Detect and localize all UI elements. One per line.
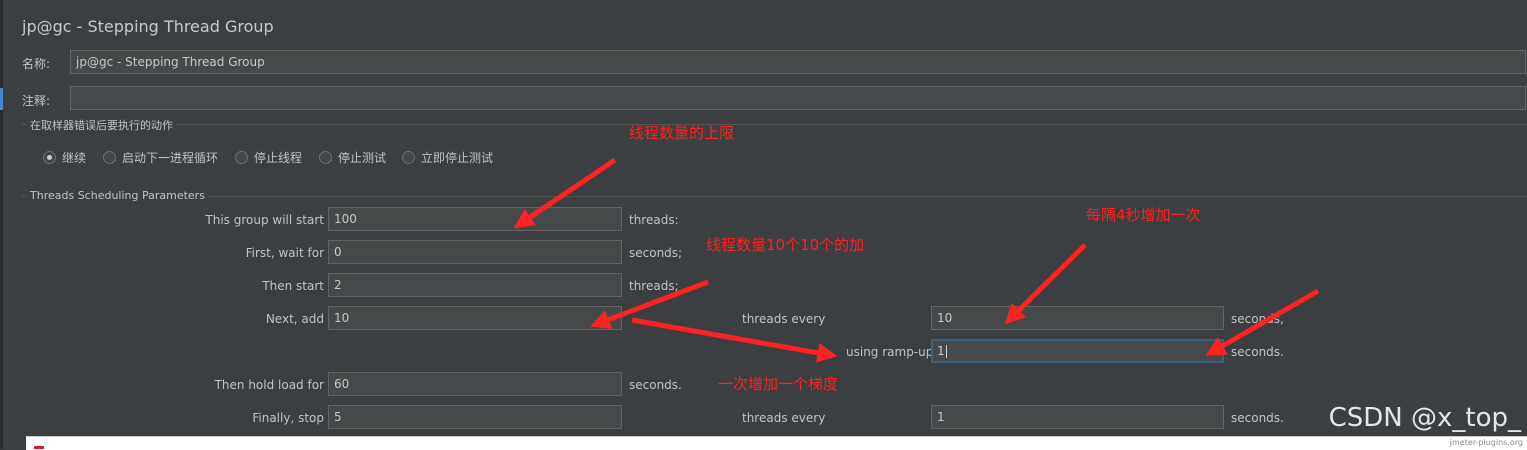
footer-link[interactable]: jmeter-plugins.org [1450, 438, 1523, 447]
annotation-one-step: 一次增加一个梯度 [718, 375, 839, 393]
arrow-every-4s [1004, 243, 1087, 325]
annotation-every-4s: 每隔4秒增加一次 [1086, 206, 1201, 224]
annotation-add-by-10: 线程数量10个10个的加 [706, 236, 865, 254]
arrow-one-step [631, 317, 838, 363]
arrow-ramp-up [1205, 288, 1320, 356]
watermark: CSDN @x_top_ [1328, 403, 1521, 433]
arrow-thread-limit [513, 157, 617, 229]
arrow-add-by-10 [589, 279, 709, 329]
annotation-thread-limit: 线程数量的上限 [629, 124, 735, 142]
